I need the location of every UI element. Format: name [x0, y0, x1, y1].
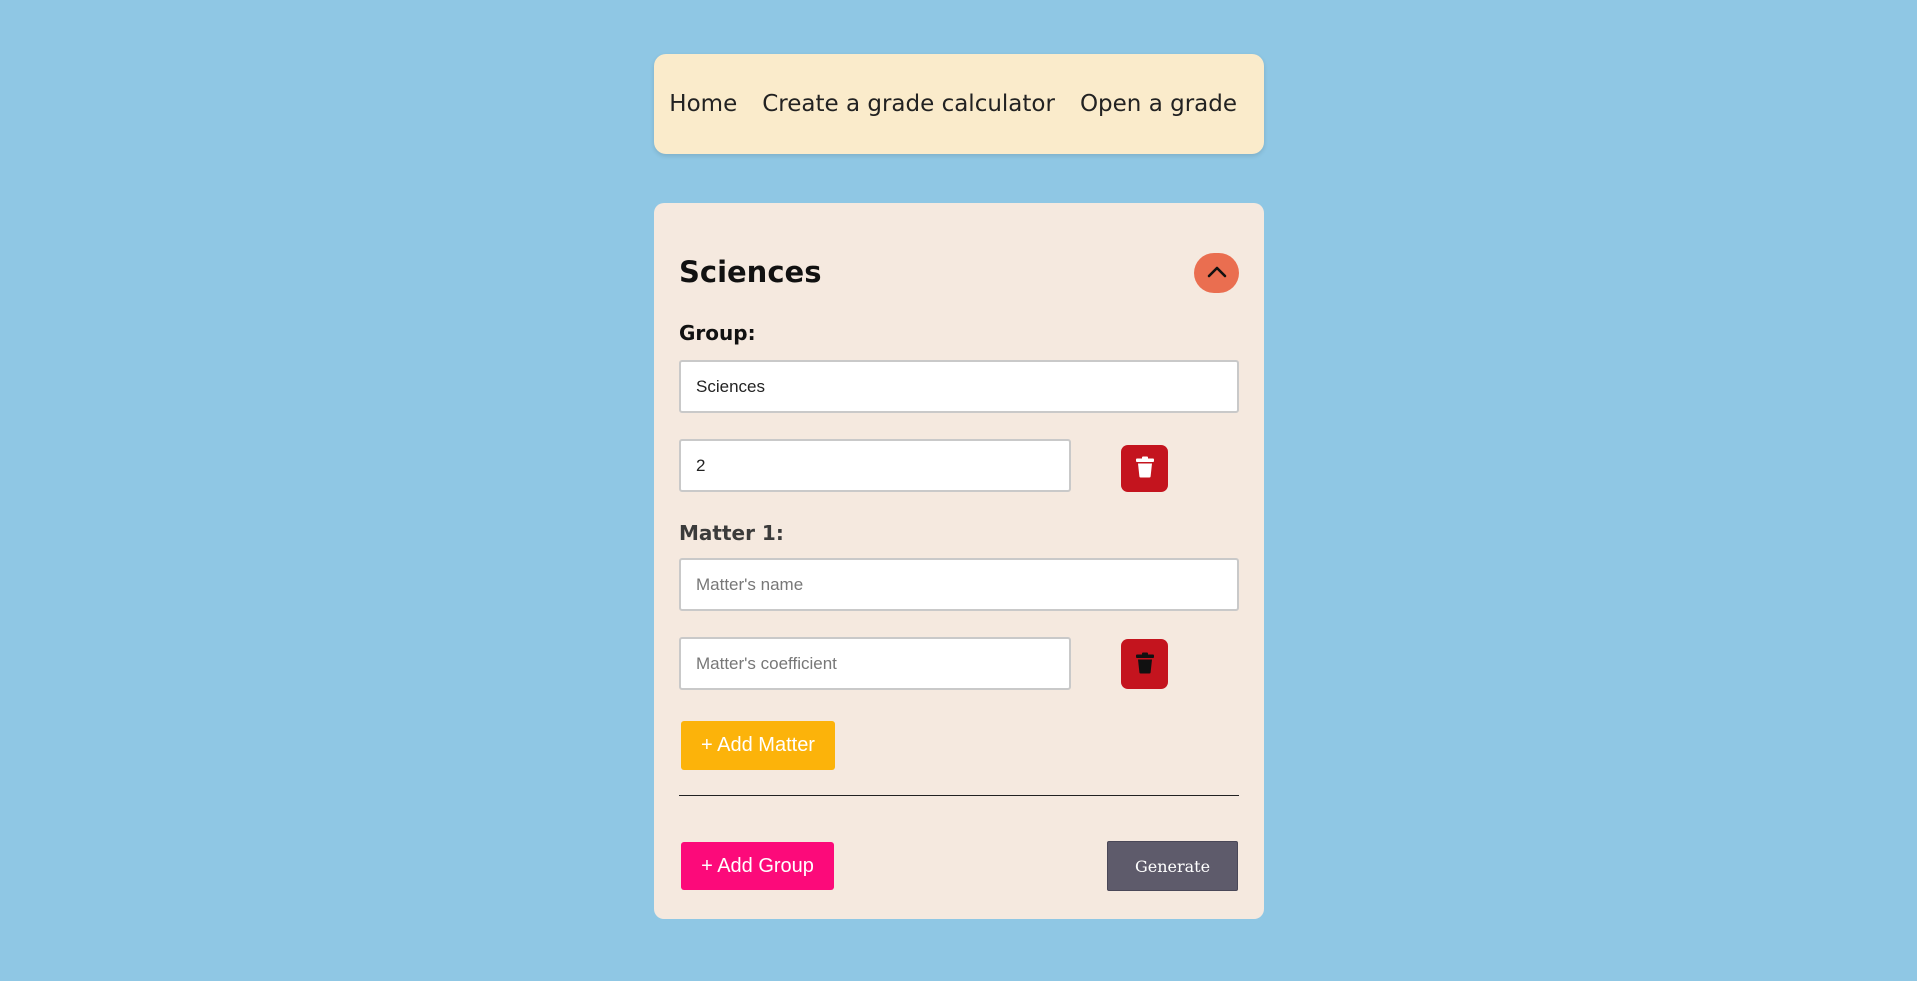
collapse-group-button[interactable] — [1194, 253, 1239, 293]
group-coefficient-input[interactable] — [679, 439, 1071, 492]
delete-matter-button[interactable] — [1121, 639, 1168, 689]
trash-icon — [1135, 456, 1155, 481]
grade-group-card: Sciences Group: Matter 1: — [654, 203, 1264, 919]
group-name-input[interactable] — [679, 360, 1239, 413]
generate-button[interactable]: Generate — [1107, 841, 1238, 891]
nav-link-home[interactable]: Home — [669, 91, 737, 117]
matter-name-input[interactable] — [679, 558, 1239, 611]
top-nav: Home Create a grade calculator Open a gr… — [654, 54, 1264, 154]
group-label: Group: — [679, 321, 756, 345]
matter-coefficient-input[interactable] — [679, 637, 1071, 690]
nav-link-create-grade-calculator[interactable]: Create a grade calculator — [762, 91, 1055, 117]
nav-link-open-grade[interactable]: Open a grade — [1080, 91, 1237, 117]
add-matter-button[interactable]: + Add Matter — [681, 721, 835, 770]
delete-group-button[interactable] — [1121, 445, 1168, 492]
chevron-up-icon — [1207, 266, 1227, 281]
matter-label: Matter 1: — [679, 521, 784, 545]
add-group-button[interactable]: + Add Group — [681, 842, 834, 890]
section-divider — [679, 795, 1239, 796]
group-title: Sciences — [679, 255, 822, 289]
trash-icon — [1135, 652, 1155, 677]
